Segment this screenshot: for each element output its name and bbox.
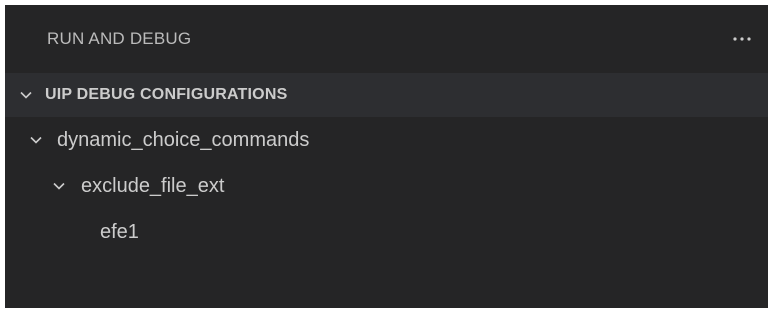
panel-title: RUN AND DEBUG — [47, 29, 192, 48]
tree-item-efe1[interactable]: efe1 — [5, 211, 773, 253]
panel-header: RUN AND DEBUG — [5, 5, 768, 73]
chevron-down-icon — [50, 177, 68, 195]
run-and-debug-panel: RUN AND DEBUG UIP DEBUG CONFIGURATIONS d… — [5, 5, 768, 308]
tree-item-label: exclude_file_ext — [81, 174, 225, 197]
tree-item-label: efe1 — [100, 220, 139, 243]
tree-item-dynamic-choice-commands[interactable]: dynamic_choice_commands — [5, 119, 773, 161]
chevron-down-icon — [27, 131, 45, 149]
section-header-uip-debug-configurations[interactable]: UIP DEBUG CONFIGURATIONS — [5, 73, 768, 117]
chevron-down-icon — [17, 86, 35, 104]
section-title: UIP DEBUG CONFIGURATIONS — [45, 86, 288, 103]
tree-item-label: dynamic_choice_commands — [57, 128, 310, 151]
tree-item-exclude-file-ext[interactable]: exclude_file_ext — [5, 165, 773, 207]
more-actions-icon[interactable] — [730, 27, 754, 51]
